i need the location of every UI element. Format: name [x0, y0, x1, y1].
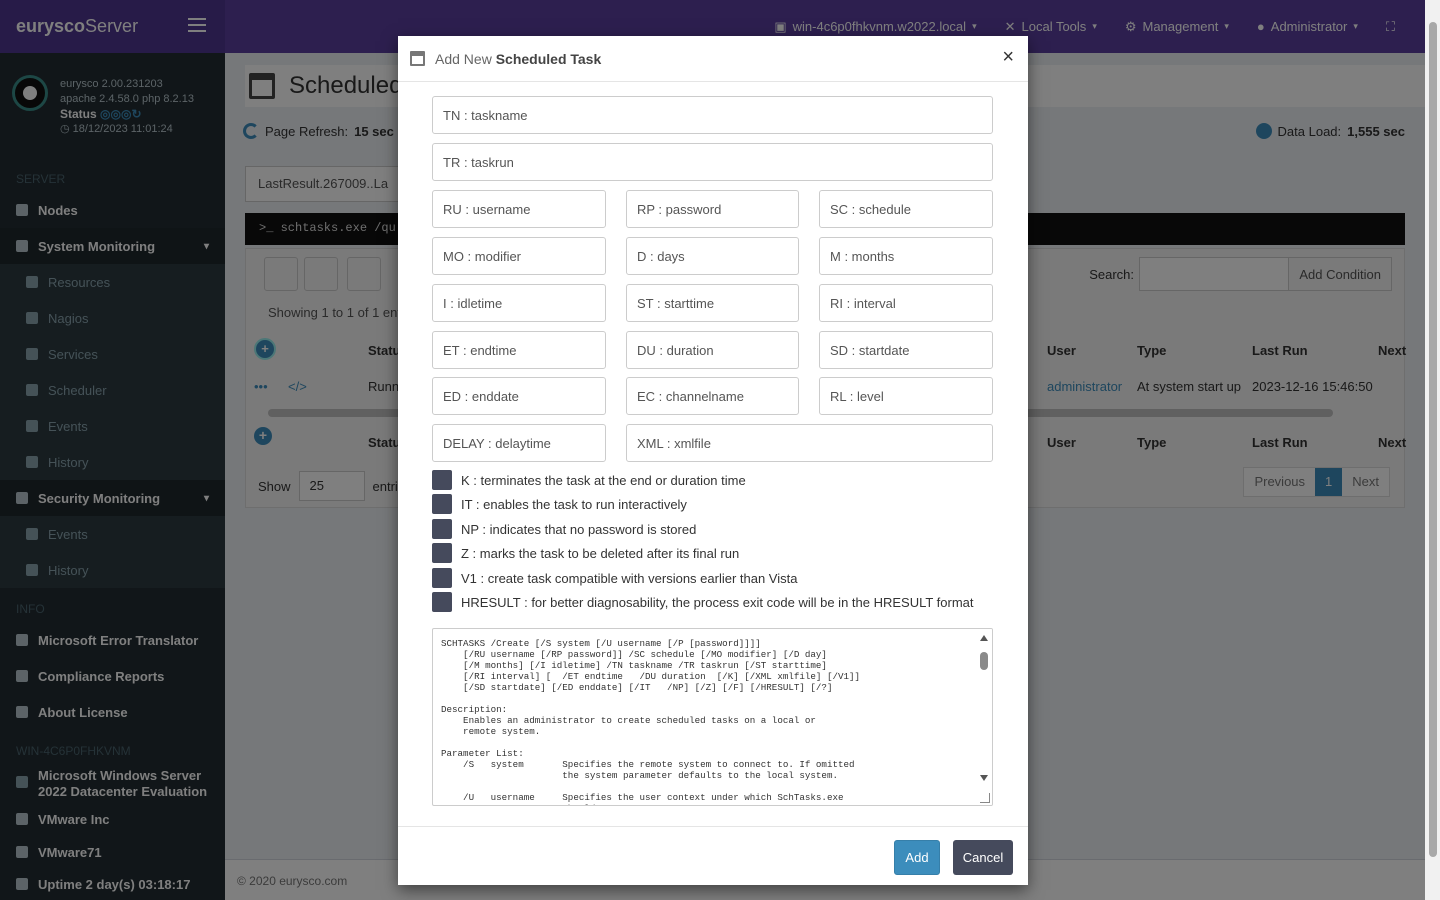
cancel-button[interactable]: Cancel	[953, 840, 1013, 875]
page-scrollbar[interactable]	[1425, 0, 1440, 900]
schtasks-help-textarea[interactable]: SCHTASKS /Create [/S system [/U username…	[432, 628, 993, 806]
schedule-input[interactable]	[819, 190, 993, 228]
endtime-input[interactable]	[432, 331, 606, 369]
modal-title: Add New Scheduled Task	[435, 50, 602, 67]
xmlfile-input[interactable]	[626, 424, 993, 462]
idletime-input[interactable]	[432, 284, 606, 322]
checkbox-hresult[interactable]	[432, 592, 452, 612]
add-scheduled-task-modal: Add New Scheduled Task × K : terminates …	[398, 36, 1028, 885]
modal-footer: Add Cancel	[398, 826, 1028, 885]
checkbox-np[interactable]	[432, 519, 452, 539]
scroll-down-icon[interactable]	[980, 775, 988, 781]
checkbox-k[interactable]	[432, 470, 452, 490]
calendar-icon	[410, 51, 425, 66]
username-input[interactable]	[432, 190, 606, 228]
resize-handle-icon[interactable]	[980, 793, 990, 803]
startdate-input[interactable]	[819, 331, 993, 369]
option-it: IT : enables the task to run interactive…	[432, 494, 687, 514]
add-button[interactable]: Add	[894, 840, 940, 875]
option-k: K : terminates the task at the end or du…	[432, 470, 746, 490]
checkbox-v1[interactable]	[432, 568, 452, 588]
option-hresult: HRESULT : for better diagnosability, the…	[432, 592, 974, 612]
option-v1: V1 : create task compatible with version…	[432, 568, 797, 588]
help-text: SCHTASKS /Create [/S system [/U username…	[441, 638, 861, 805]
days-input[interactable]	[626, 237, 799, 275]
modal-header: Add New Scheduled Task ×	[398, 36, 1028, 82]
delaytime-input[interactable]	[432, 424, 606, 462]
taskname-input[interactable]	[432, 96, 993, 134]
password-input[interactable]	[626, 190, 799, 228]
scroll-up-icon[interactable]	[980, 635, 988, 641]
checkbox-z[interactable]	[432, 543, 452, 563]
channelname-input[interactable]	[626, 377, 799, 415]
duration-input[interactable]	[626, 331, 799, 369]
level-input[interactable]	[819, 377, 993, 415]
starttime-input[interactable]	[626, 284, 799, 322]
months-input[interactable]	[819, 237, 993, 275]
modifier-input[interactable]	[432, 237, 606, 275]
help-scrollbar[interactable]	[976, 629, 992, 805]
taskrun-input[interactable]	[432, 143, 993, 181]
interval-input[interactable]	[819, 284, 993, 322]
checkbox-it[interactable]	[432, 494, 452, 514]
option-z: Z : marks the task to be deleted after i…	[432, 543, 739, 563]
option-np: NP : indicates that no password is store…	[432, 519, 696, 539]
close-icon[interactable]: ×	[1002, 46, 1014, 69]
enddate-input[interactable]	[432, 377, 606, 415]
